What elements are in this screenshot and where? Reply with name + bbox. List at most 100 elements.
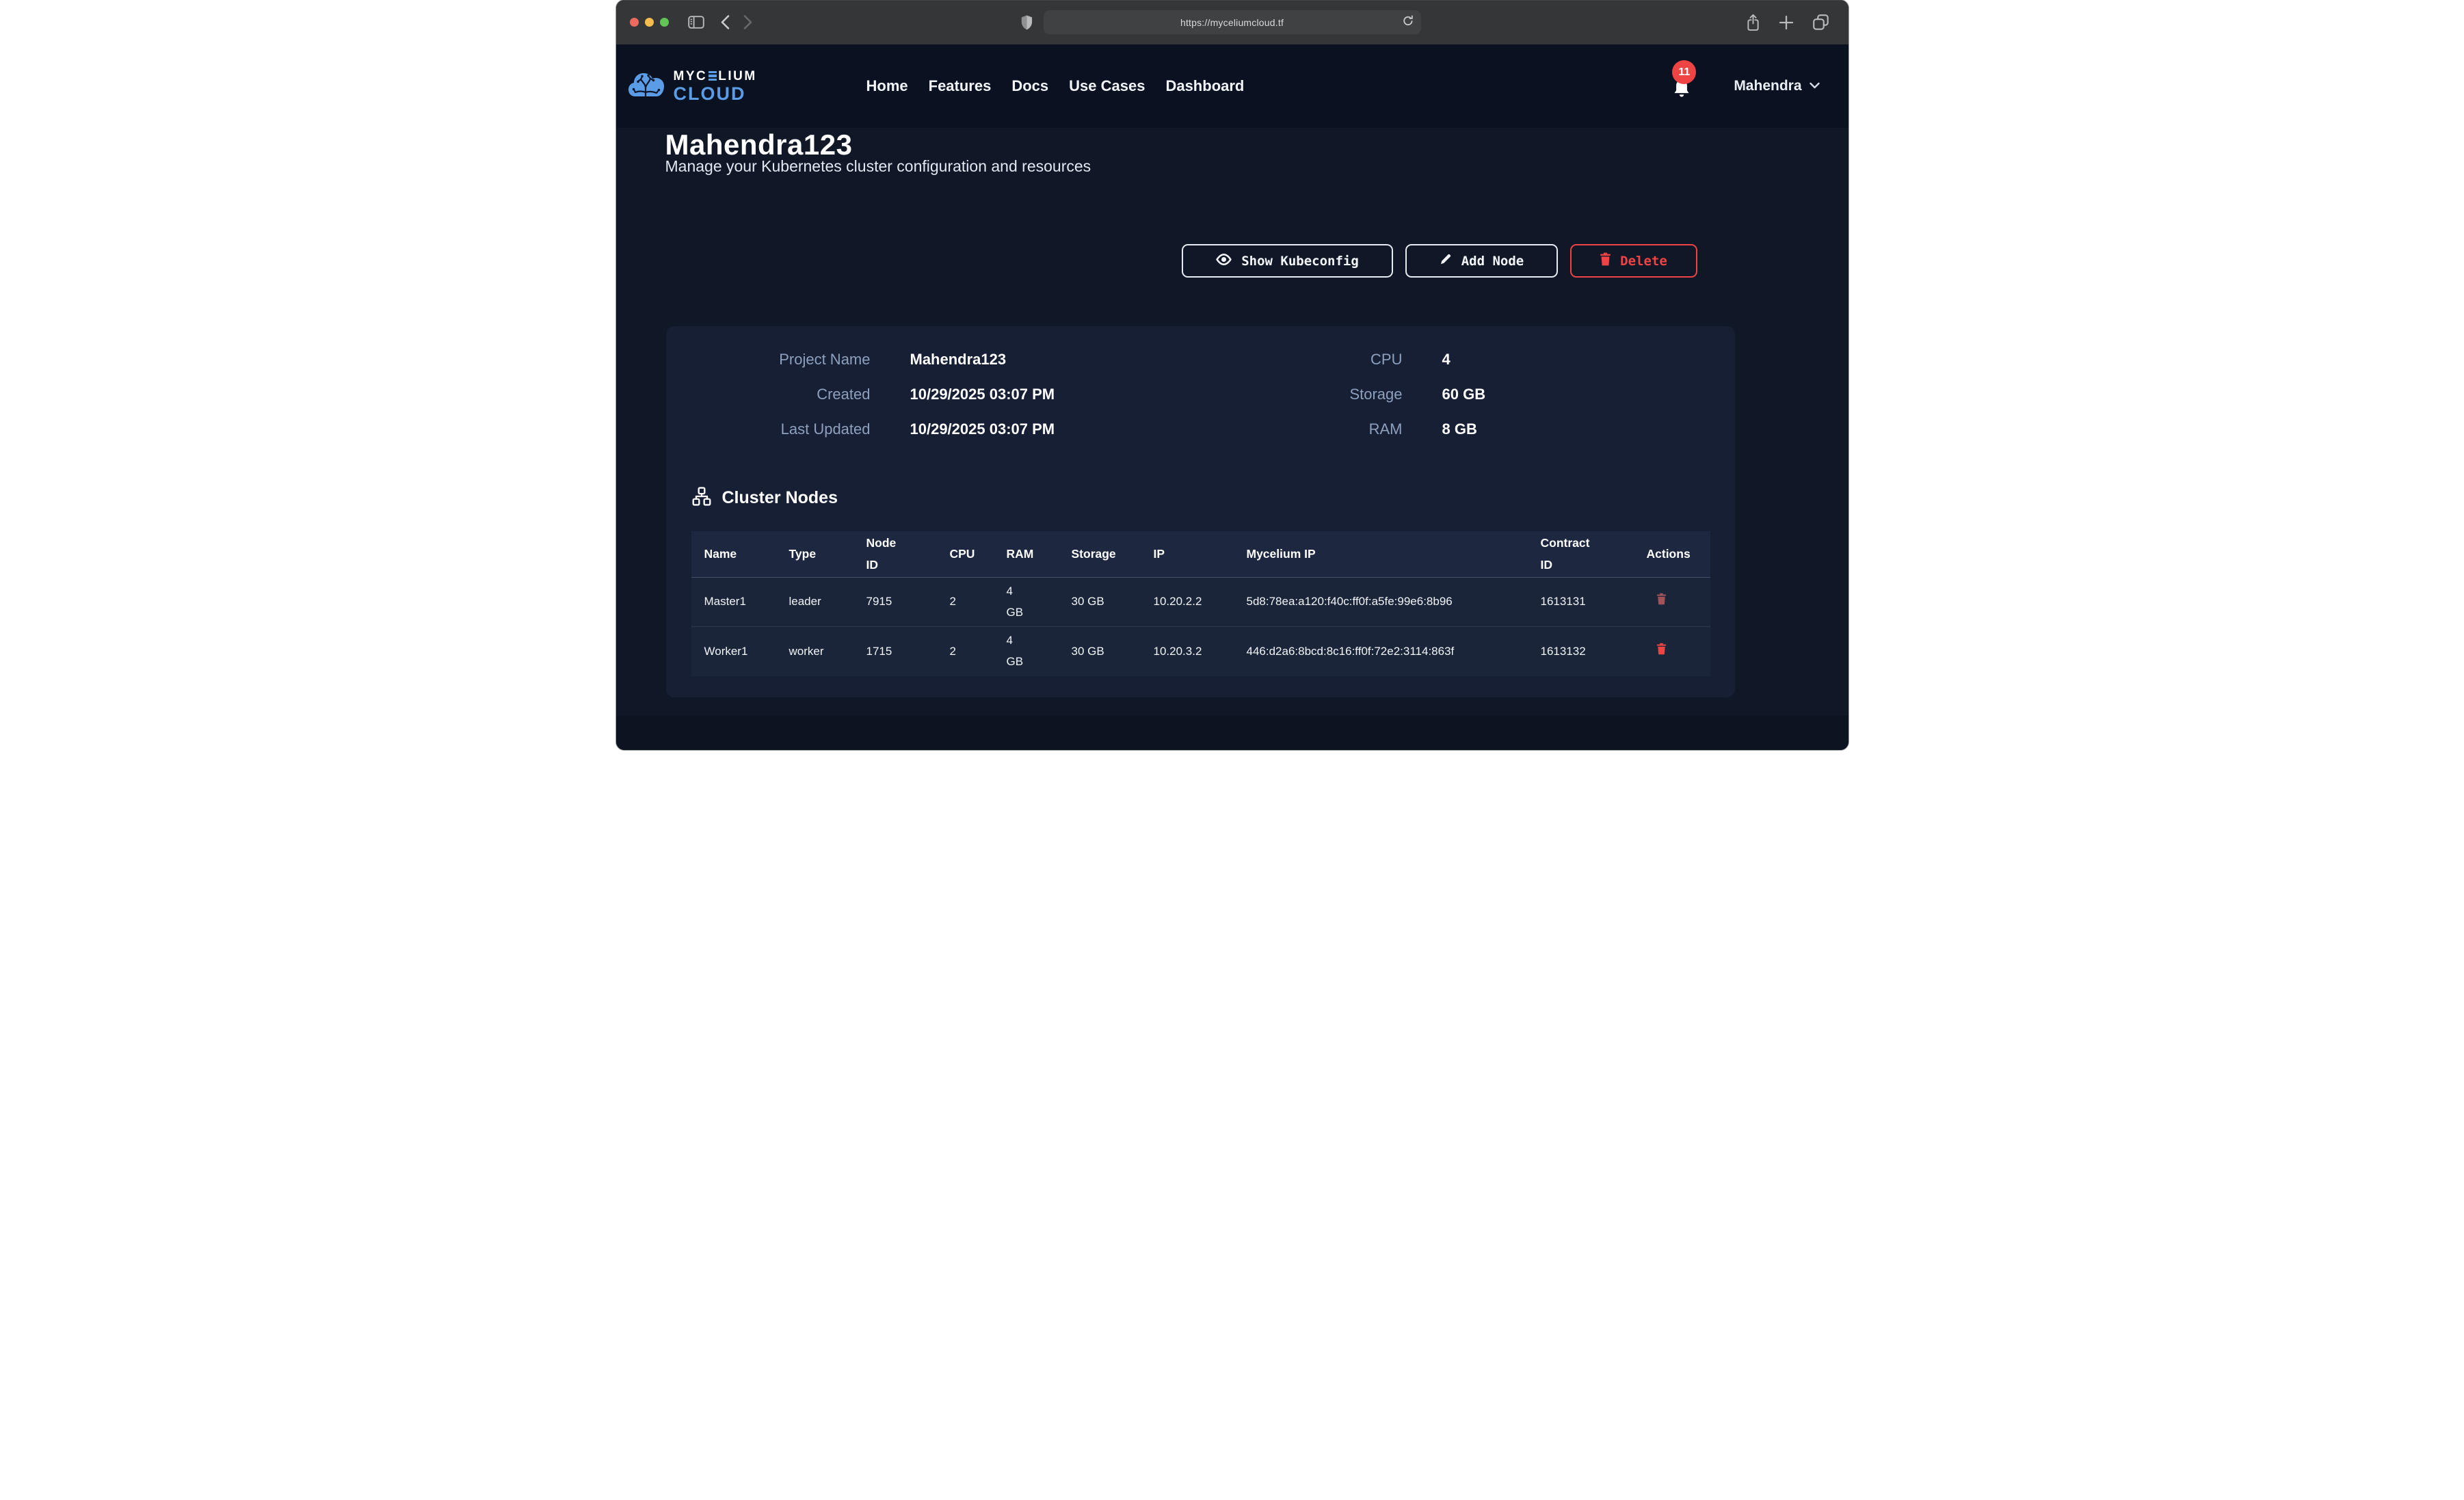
delete-node-icon[interactable]: [1656, 643, 1667, 655]
maximize-button[interactable]: [660, 18, 669, 27]
detail-value: 4: [1442, 351, 1450, 369]
page-content: Mahendra123 Manage your Kubernetes clust…: [616, 44, 1849, 750]
browser-window: https://myceliumcloud.tf Mahendra123 Man…: [616, 0, 1849, 750]
navbar-right: 11 Mahendra: [1672, 69, 1819, 103]
detail-label: RAM: [1227, 420, 1403, 438]
cluster-actions: Show Kubeconfig Add Node Delete: [1182, 244, 1697, 278]
nav-link-home[interactable]: Home: [866, 77, 908, 95]
cell-node-id: 1715: [866, 641, 950, 662]
detail-label: Created: [680, 386, 871, 403]
privacy-shield-icon: [1020, 14, 1033, 30]
cell-type: worker: [789, 641, 866, 662]
url-text: https://myceliumcloud.tf: [1180, 17, 1284, 28]
details-left: Project Name Mahendra123 Created 10/29/2…: [680, 344, 1055, 448]
col-header-contract-id: Contract ID: [1541, 533, 1647, 576]
cell-ip: 10.20.3.2: [1154, 641, 1247, 662]
reload-icon[interactable]: [1403, 15, 1414, 30]
delete-cluster-button[interactable]: Delete: [1570, 244, 1697, 278]
show-kubeconfig-button[interactable]: Show Kubeconfig: [1182, 244, 1393, 278]
table-header-row: Name Type Node ID CPU RAM Storage IP Myc…: [691, 531, 1710, 578]
cell-mycelium-ip: 5d8:78ea:a120:f40c:ff0f:a5fe:99e6:8b96: [1247, 591, 1541, 613]
page-title: Mahendra123: [665, 129, 853, 161]
cluster-nodes-title: Cluster Nodes: [722, 488, 838, 508]
notification-badge: 11: [1672, 60, 1696, 84]
col-header-mycelium-ip: Mycelium IP: [1247, 544, 1541, 565]
chevron-down-icon: [1810, 80, 1820, 92]
pencil-icon: [1439, 252, 1453, 269]
cell-contract-id: 1613132: [1541, 641, 1647, 662]
eye-icon: [1215, 253, 1232, 269]
col-header-ram: RAM: [1007, 544, 1072, 565]
footer-strip: [616, 716, 1849, 750]
cluster-info-panel: Project Name Mahendra123 Created 10/29/2…: [666, 326, 1735, 697]
cell-ip: 10.20.2.2: [1154, 591, 1247, 613]
tab-overview-icon[interactable]: [1812, 14, 1829, 31]
new-tab-icon[interactable]: [1779, 15, 1794, 30]
user-name: Mahendra: [1734, 78, 1801, 94]
delete-label: Delete: [1620, 254, 1667, 269]
cluster-nodes-heading: Cluster Nodes: [692, 484, 838, 511]
nav-link-use-cases[interactable]: Use Cases: [1069, 77, 1145, 95]
cell-node-id: 7915: [866, 591, 950, 613]
url-bar[interactable]: https://myceliumcloud.tf: [1044, 10, 1421, 34]
chrome-right-actions: [1746, 0, 1829, 44]
cell-actions: [1647, 641, 1710, 662]
mycelium-cloud-logo-icon: [627, 69, 667, 104]
minimize-button[interactable]: [645, 18, 654, 27]
notifications-bell-icon[interactable]: 11: [1672, 79, 1691, 103]
detail-row: Project Name Mahendra123: [680, 344, 1055, 375]
col-header-actions: Actions: [1647, 544, 1710, 565]
brand-line1: MYCLIUM: [674, 70, 757, 83]
col-header-cpu: CPU: [950, 544, 1007, 565]
detail-value: Mahendra123: [910, 351, 1007, 369]
detail-label: Storage: [1227, 386, 1403, 403]
detail-row: CPU 4: [1227, 344, 1486, 375]
detail-label: CPU: [1227, 351, 1403, 369]
cell-mycelium-ip: 446:d2a6:8bcd:8c16:ff0f:72e2:3114:863f: [1247, 641, 1541, 662]
nav-link-dashboard[interactable]: Dashboard: [1165, 77, 1244, 95]
network-nodes-icon: [692, 487, 711, 509]
detail-value: 60 GB: [1442, 386, 1486, 403]
col-header-type: Type: [789, 544, 866, 565]
top-navbar: MYCLIUM CLOUD Home Features Docs Use Cas…: [616, 44, 1849, 128]
cluster-nodes-table: Name Type Node ID CPU RAM Storage IP Myc…: [691, 531, 1710, 676]
cell-cpu: 2: [950, 641, 1007, 662]
cell-actions: [1647, 591, 1710, 613]
detail-value: 10/29/2025 03:07 PM: [910, 386, 1055, 403]
brand-line2: CLOUD: [674, 85, 757, 103]
cell-name: Worker1: [704, 641, 789, 662]
detail-row: RAM 8 GB: [1227, 414, 1486, 445]
table-row: Worker1 worker 1715 2 4 GB 30 GB 10.20.3…: [691, 627, 1710, 676]
cell-contract-id: 1613131: [1541, 591, 1647, 613]
nav-link-features[interactable]: Features: [929, 77, 992, 95]
cell-name: Master1: [704, 591, 789, 613]
sidebar-toggle-icon[interactable]: [688, 16, 704, 29]
detail-value: 10/29/2025 03:07 PM: [910, 420, 1055, 438]
delete-node-icon[interactable]: [1656, 593, 1667, 605]
stylized-e-icon: [708, 71, 717, 81]
main-nav: Home Features Docs Use Cases Dashboard: [866, 77, 1245, 95]
col-header-name: Name: [704, 544, 789, 565]
brand-logo[interactable]: MYCLIUM CLOUD: [627, 69, 786, 104]
details-right: CPU 4 Storage 60 GB RAM 8 GB: [1227, 344, 1486, 448]
detail-label: Last Updated: [680, 420, 871, 438]
brand-text: MYCLIUM CLOUD: [674, 70, 757, 103]
back-icon[interactable]: [721, 15, 730, 29]
trash-icon: [1600, 252, 1611, 269]
show-kubeconfig-label: Show Kubeconfig: [1241, 254, 1359, 269]
close-button[interactable]: [630, 18, 639, 27]
cell-cpu: 2: [950, 591, 1007, 613]
add-node-button[interactable]: Add Node: [1405, 244, 1558, 278]
forward-icon[interactable]: [743, 15, 752, 29]
detail-value: 8 GB: [1442, 420, 1477, 438]
col-header-node-id: Node ID: [866, 533, 950, 576]
detail-row: Storage 60 GB: [1227, 379, 1486, 410]
nav-link-docs[interactable]: Docs: [1011, 77, 1048, 95]
browser-chrome: https://myceliumcloud.tf: [616, 0, 1849, 44]
cell-storage: 30 GB: [1072, 591, 1154, 613]
cell-ram: 4 GB: [1007, 630, 1072, 672]
cell-storage: 30 GB: [1072, 641, 1154, 662]
detail-label: Project Name: [680, 351, 871, 369]
share-icon[interactable]: [1746, 14, 1760, 31]
user-menu[interactable]: Mahendra: [1734, 78, 1819, 94]
